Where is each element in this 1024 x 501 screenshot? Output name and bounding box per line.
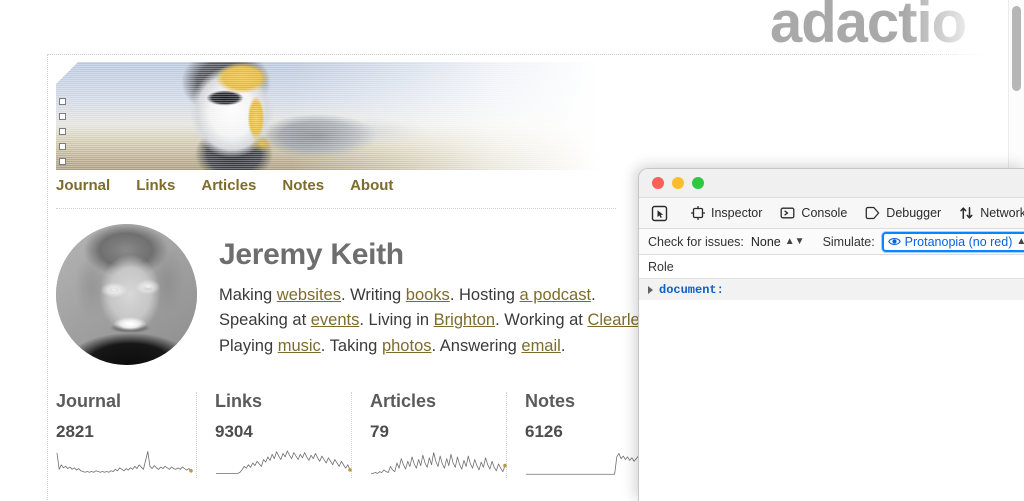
simulate-select[interactable]: Protanopia (no red) ▲▼ [882, 232, 1024, 252]
link-a-podcast[interactable]: a podcast [520, 286, 592, 304]
filmstrip-hole [59, 113, 66, 120]
nav-item-links[interactable]: Links [136, 178, 175, 193]
avatar-photo [56, 224, 197, 365]
link-websites[interactable]: websites [277, 286, 341, 304]
stormtrooper-banner-image [56, 62, 618, 170]
banner-filmstrip-holes [59, 98, 69, 170]
simulate-label: Simulate: [823, 235, 875, 249]
blurb-text: . [561, 337, 566, 355]
simulate-value: Protanopia (no red) [905, 235, 1013, 249]
page-scrollbar-thumb[interactable] [1012, 6, 1021, 91]
site-banner [56, 62, 618, 170]
tab-label: Network [980, 206, 1024, 220]
blurb-text: . Answering [432, 337, 522, 355]
stat-card-links[interactable]: Links 9304 [197, 392, 352, 478]
banner-corner-bevel [56, 62, 78, 84]
nav-item-journal[interactable]: Journal [56, 178, 110, 193]
network-icon [959, 206, 974, 220]
blurb-text: . [591, 286, 596, 304]
site-logo[interactable]: adactio [770, 0, 966, 52]
blurb-line-3: Playing music. Taking photos. Answering … [219, 334, 654, 359]
stat-card-journal[interactable]: Journal 2821 [56, 392, 197, 478]
accessibility-options-bar: Check for issues: None ▲▼ Simulate: Prot… [639, 229, 1024, 255]
accessibility-tree-row-document[interactable]: document: [639, 279, 1024, 300]
blurb-text: Speaking at [219, 311, 311, 329]
accessibility-tree-body [639, 300, 1024, 501]
blurb-text: . Hosting [450, 286, 520, 304]
blurb-text: Making [219, 286, 277, 304]
blurb-line-1: Making websites. Writing books. Hosting … [219, 283, 654, 308]
inspector-icon [691, 206, 705, 220]
tab-label: Inspector [711, 206, 762, 220]
tab-label: Console [801, 206, 847, 220]
debugger-icon [865, 206, 880, 220]
link-music[interactable]: music [278, 337, 321, 355]
eye-icon [888, 236, 901, 247]
filmstrip-hole [59, 158, 66, 165]
tab-inspector[interactable]: Inspector [682, 198, 771, 228]
sparkline-links [215, 448, 355, 478]
blurb-line-2: Speaking at events. Living in Brighton. … [219, 308, 654, 333]
column-header-role: Role [648, 260, 674, 274]
nav-item-articles[interactable]: Articles [201, 178, 256, 193]
stats-section: Journal 2821 Links 9304 Articles 79 Note… [56, 392, 656, 478]
tab-network[interactable]: Network [950, 198, 1024, 228]
link-email[interactable]: email [521, 337, 560, 355]
stat-card-articles[interactable]: Articles 79 [352, 392, 507, 478]
stat-label: Links [215, 392, 351, 410]
tab-debugger[interactable]: Debugger [856, 198, 950, 228]
profile-blurb: Making websites. Writing books. Hosting … [219, 283, 654, 359]
link-photos[interactable]: photos [382, 337, 432, 355]
stepper-icon: ▲▼ [1016, 237, 1024, 247]
blurb-text: Playing [219, 337, 278, 355]
stat-label: Journal [56, 392, 196, 410]
sparkline-journal [56, 448, 196, 478]
tab-console[interactable]: Console [771, 198, 856, 228]
tab-label: Debugger [886, 206, 941, 220]
element-picker-icon [651, 205, 668, 222]
element-picker-button[interactable] [649, 198, 678, 228]
filmstrip-hole [59, 98, 66, 105]
nav-item-about[interactable]: About [350, 178, 393, 193]
page-title: Jeremy Keith [219, 240, 654, 270]
stat-value: 9304 [215, 423, 351, 440]
stepper-icon: ▲▼ [785, 237, 805, 247]
nav-item-notes[interactable]: Notes [282, 178, 324, 193]
check-for-issues-select[interactable]: None ▲▼ [751, 235, 805, 249]
devtools-window: Inspector Console Debugger Network Check… [638, 168, 1024, 501]
blurb-text: . Taking [321, 337, 382, 355]
minimize-window-button[interactable] [672, 177, 684, 189]
devtools-toolbar: Inspector Console Debugger Network [639, 197, 1024, 229]
avatar [56, 224, 197, 365]
blurb-text: . Living in [359, 311, 433, 329]
site-navigation: Journal Links Articles Notes About [56, 178, 616, 209]
profile-section: Jeremy Keith Making websites. Writing bo… [56, 224, 656, 365]
link-brighton[interactable]: Brighton [434, 311, 495, 329]
maximize-window-button[interactable] [692, 177, 704, 189]
stat-value: 79 [370, 423, 506, 440]
link-events[interactable]: events [311, 311, 360, 329]
stat-label: Articles [370, 392, 506, 410]
filmstrip-hole [59, 128, 66, 135]
tree-node-label: document: [659, 283, 724, 297]
chevron-right-icon[interactable] [648, 286, 653, 294]
stat-value: 2821 [56, 423, 196, 440]
console-icon [780, 206, 795, 220]
sparkline-articles [370, 448, 510, 478]
close-window-button[interactable] [652, 177, 664, 189]
check-for-issues-label: Check for issues: [648, 235, 744, 249]
filmstrip-hole [59, 143, 66, 150]
blurb-text: . Writing [341, 286, 406, 304]
check-for-issues-value: None [751, 235, 781, 249]
profile-body: Jeremy Keith Making websites. Writing bo… [219, 224, 654, 365]
blurb-text: . Working at [495, 311, 587, 329]
devtools-titlebar[interactable] [639, 169, 1024, 197]
accessibility-tree-column-header: Role [639, 255, 1024, 279]
link-books[interactable]: books [406, 286, 450, 304]
